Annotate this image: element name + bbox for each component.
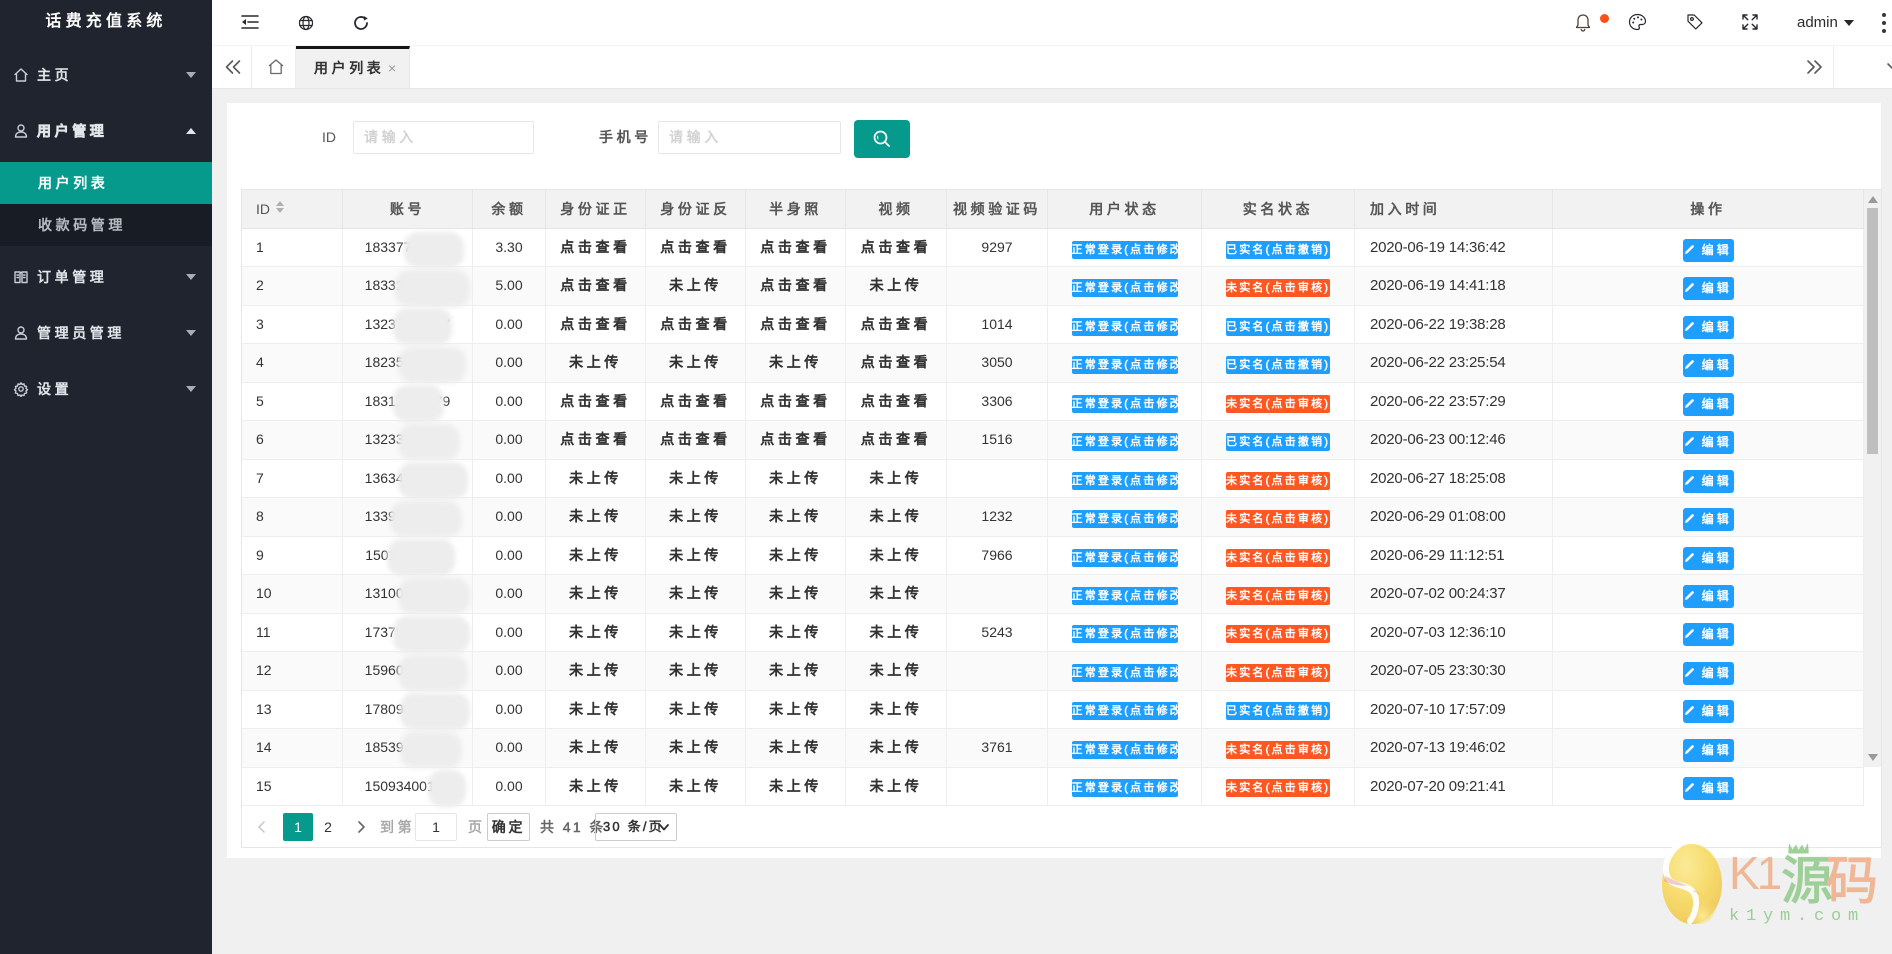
svg-text:k1ym.com: k1ym.com — [1729, 907, 1865, 926]
svg-text:K1: K1 — [1729, 847, 1781, 899]
svg-text:码: 码 — [1826, 853, 1878, 911]
